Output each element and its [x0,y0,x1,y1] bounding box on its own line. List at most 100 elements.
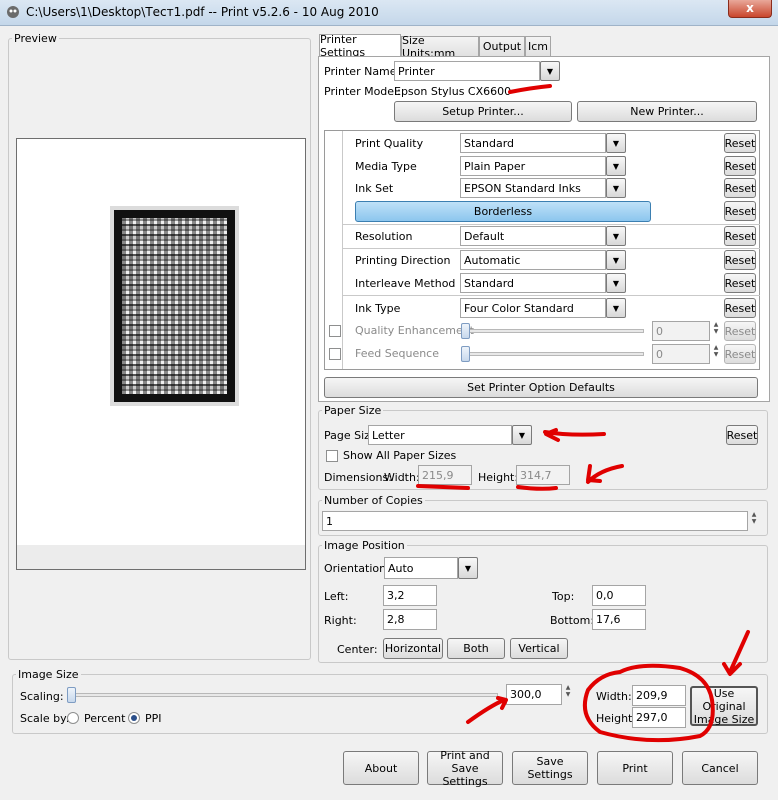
interleave-method-reset-button[interactable]: Reset [724,273,756,293]
paper-size-reset-button[interactable]: Reset [726,425,758,445]
image-width-field[interactable]: 209,9 [632,685,686,706]
media-type-dropdown[interactable]: ▼ [606,156,626,176]
ink-type-label: Ink Type [355,302,401,315]
use-original-image-size-button[interactable]: Use Original Image Size [690,686,758,726]
image-height-field[interactable]: 297,0 [632,707,686,728]
set-printer-option-defaults-button[interactable]: Set Printer Option Defaults [324,377,758,398]
tab-icm[interactable]: Icm [525,36,551,56]
image-position-legend: Image Position [324,539,405,552]
paper-width-field[interactable]: 215,9 [418,465,472,485]
ink-set-reset-button[interactable]: Reset [724,178,756,198]
tab-output[interactable]: Output [479,36,525,56]
center-both-button[interactable]: Both [447,638,505,659]
setup-printer-button[interactable]: Setup Printer... [394,101,572,122]
feed-sequence-track[interactable] [462,352,644,356]
borderless-button[interactable]: Borderless [355,201,651,222]
page-size-dropdown[interactable]: ▼ [512,425,532,445]
scaling-slider[interactable] [67,687,76,703]
copies-field[interactable]: 1 [322,511,748,531]
print-button[interactable]: Print [597,751,673,785]
copies-spinner[interactable]: ▲ ▼ [748,511,760,531]
chevron-down-icon: ▼ [546,66,554,76]
orientation-combo[interactable]: Auto [384,557,458,579]
ppi-label: PPI [145,712,162,725]
feed-sequence-spinner[interactable]: ▲ ▼ [710,344,722,364]
scaling-label: Scaling: [20,690,64,703]
resolution-dropdown[interactable]: ▼ [606,226,626,246]
media-type-combo[interactable]: Plain Paper [460,156,606,176]
ink-set-dropdown[interactable]: ▼ [606,178,626,198]
paper-width-label: Width: [384,471,420,484]
quality-enhancement-checkbox[interactable] [329,325,341,337]
borderless-reset-button[interactable]: Reset [724,201,756,221]
printer-name-combo[interactable]: Printer [394,61,540,81]
new-printer-button[interactable]: New Printer... [577,101,757,122]
printing-direction-label: Printing Direction [355,254,451,267]
interleave-method-dropdown[interactable]: ▼ [606,273,626,293]
print-quality-combo[interactable]: Standard [460,133,606,153]
feed-sequence-checkbox[interactable] [329,348,341,360]
quality-enhancement-field[interactable]: 0 [652,321,710,341]
preview-legend: Preview [14,32,57,45]
top-margin-label: Top: [552,590,575,603]
bottom-margin-field[interactable]: 17,6 [592,609,646,630]
printer-model-value: Epson Stylus CX6600 [394,85,512,98]
chevron-down-icon: ▼ [612,303,620,313]
scaling-spinner[interactable]: ▲ ▼ [562,684,574,705]
tab-size-units[interactable]: Size Units:mm [401,34,479,60]
resolution-combo[interactable]: Default [460,226,606,246]
printer-name-dropdown[interactable]: ▼ [540,61,560,81]
ink-type-combo[interactable]: Four Color Standard [460,298,606,318]
center-label: Center: [337,643,378,656]
left-margin-field[interactable]: 3,2 [383,585,437,606]
ink-set-combo[interactable]: EPSON Standard Inks [460,178,606,198]
printing-direction-reset-button[interactable]: Reset [724,250,756,270]
dimensions-label: Dimensions: [324,471,392,484]
percent-radio[interactable] [67,712,79,724]
printing-direction-dropdown[interactable]: ▼ [606,250,626,270]
close-button[interactable]: x [728,0,772,18]
about-button[interactable]: About [343,751,419,785]
feed-sequence-label: Feed Sequence [355,347,439,360]
quality-enhancement-reset-button[interactable]: Reset [724,321,756,341]
scaling-track[interactable] [68,693,498,697]
center-horizontal-button[interactable]: Horizontal [383,638,443,659]
scaling-field[interactable]: 300,0 [506,684,562,705]
center-vertical-button[interactable]: Vertical [510,638,568,659]
ink-type-dropdown[interactable]: ▼ [606,298,626,318]
quality-enhancement-spinner[interactable]: ▲ ▼ [710,321,722,341]
feed-sequence-reset-button[interactable]: Reset [724,344,756,364]
chevron-down-icon: ▼ [612,255,620,265]
quality-enhancement-slider[interactable] [461,323,470,339]
ppi-radio[interactable] [128,712,140,724]
preview-image [114,210,235,402]
resolution-reset-button[interactable]: Reset [724,226,756,246]
top-margin-field[interactable]: 0,0 [592,585,646,606]
chevron-down-icon: ▼ [612,138,620,148]
media-type-label: Media Type [355,160,417,173]
chevron-down-icon: ▼ [464,563,472,573]
print-quality-dropdown[interactable]: ▼ [606,133,626,153]
interleave-method-combo[interactable]: Standard [460,273,606,293]
tab-printer-settings[interactable]: Printer Settings [319,33,401,59]
printer-model-label: Printer Model: [324,85,401,98]
printing-direction-combo[interactable]: Automatic [460,250,606,270]
window-title: C:\Users\1\Desktop\Тест1.pdf -- Print v5… [26,5,379,19]
right-margin-field[interactable]: 2,8 [383,609,437,630]
feed-sequence-slider[interactable] [461,346,470,362]
show-all-paper-sizes-checkbox[interactable] [326,450,338,462]
media-type-reset-button[interactable]: Reset [724,156,756,176]
ink-type-reset-button[interactable]: Reset [724,298,756,318]
title-bar: C:\Users\1\Desktop\Тест1.pdf -- Print v5… [0,0,778,26]
print-quality-reset-button[interactable]: Reset [724,133,756,153]
feed-sequence-field[interactable]: 0 [652,344,710,364]
image-width-label: Width: [596,690,632,703]
paper-size-legend: Paper Size [324,404,382,417]
print-and-save-settings-button[interactable]: Print and Save Settings [427,749,503,788]
page-size-combo[interactable]: Letter [368,425,512,445]
orientation-dropdown[interactable]: ▼ [458,557,478,579]
save-settings-button[interactable]: Save Settings [512,751,588,785]
paper-height-field[interactable]: 314,7 [516,465,570,485]
cancel-button[interactable]: Cancel [682,751,758,785]
quality-enhancement-track[interactable] [462,329,644,333]
